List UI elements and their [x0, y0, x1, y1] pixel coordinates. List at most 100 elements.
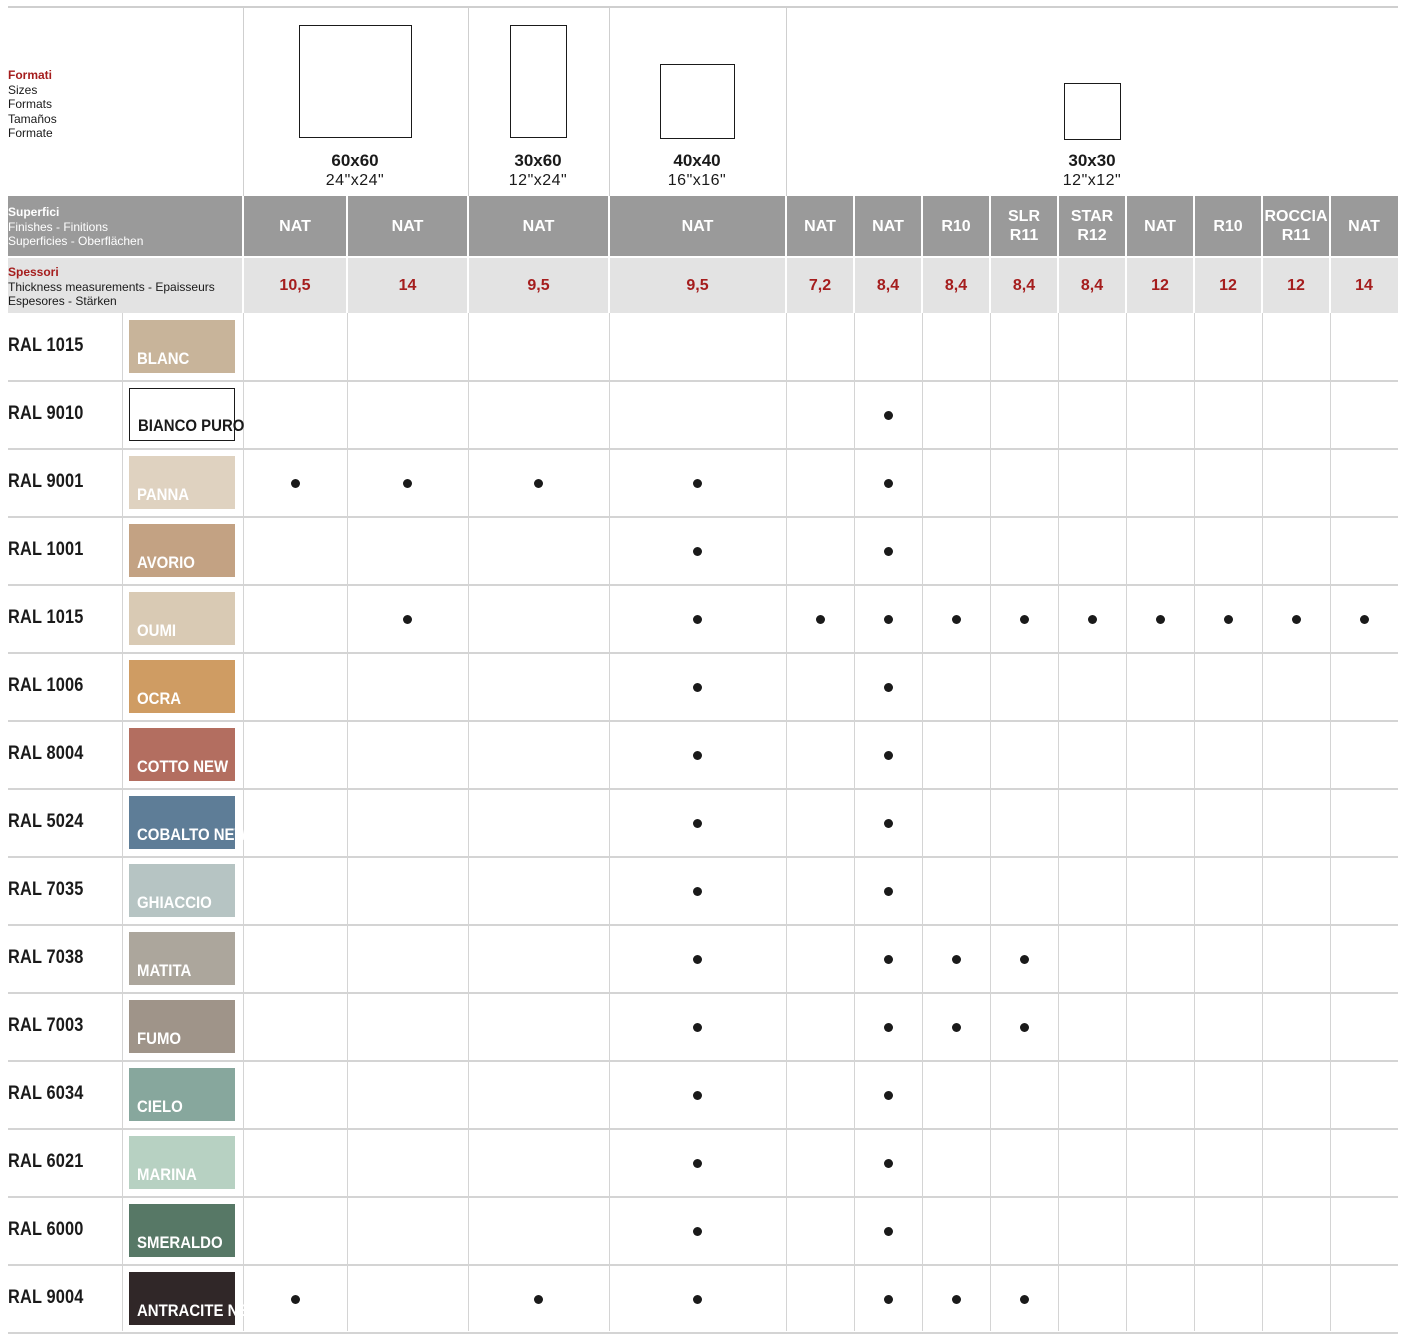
- ral-code: RAL 7038: [8, 947, 84, 968]
- availability-dot: [693, 546, 702, 556]
- top-divider: [8, 6, 1398, 8]
- thickness-value: 7,2: [808, 276, 832, 294]
- availability-dot: [883, 1158, 893, 1168]
- thickness-value: 9,5: [686, 276, 709, 294]
- availability-dot: [883, 682, 893, 692]
- color-swatch: MATITA: [129, 932, 235, 985]
- product-availability-table: Formati Sizes Formats Tamaños Formate 60…: [0, 0, 1405, 1334]
- header-column-divider: [786, 8, 787, 196]
- format-inches: 24"x24": [325, 172, 385, 189]
- color-name: CIELO: [137, 1097, 183, 1116]
- body-column-divider: [243, 313, 244, 1331]
- color-swatch: GHIACCIO: [129, 864, 235, 917]
- finishes-label-it: Superfici: [8, 205, 60, 219]
- body-column-divider: [1330, 313, 1331, 1331]
- availability-dot: [534, 478, 543, 488]
- thickness-value: 9,5: [527, 276, 550, 294]
- availability-dot: [1019, 1022, 1029, 1032]
- ral-code: RAL 5024: [8, 811, 84, 832]
- format-size: 30x30: [1068, 151, 1116, 170]
- color-name: SMERALDO: [137, 1233, 223, 1252]
- availability-dot: [693, 682, 702, 692]
- thickness-value: 14: [1355, 276, 1373, 294]
- ral-code: RAL 8004: [8, 743, 84, 764]
- format-30x30-icon: [1064, 83, 1121, 140]
- row-divider: [8, 652, 1398, 654]
- color-name: PANNA: [137, 485, 190, 504]
- finish-label: SLR R11: [1008, 208, 1040, 244]
- format-inches: 12"x12": [1062, 172, 1122, 189]
- body-column-divider: [1058, 313, 1059, 1331]
- color-name: MATITA: [137, 961, 192, 980]
- body-column-divider: [854, 313, 855, 1331]
- body-column-divider: [922, 313, 923, 1331]
- ral-code: RAL 9001: [8, 471, 84, 492]
- availability-dot: [951, 1022, 961, 1032]
- availability-dot: [693, 1226, 702, 1236]
- row-divider: [8, 720, 1398, 722]
- color-name: GHIACCIO: [137, 893, 212, 912]
- header-column-divider: [243, 8, 244, 196]
- color-name: BIANCO PURO: [138, 416, 245, 435]
- color-swatch: COBALTO NEW: [129, 796, 249, 849]
- format-30x60-icon: [510, 25, 567, 138]
- thickness-value: 12: [1219, 276, 1237, 294]
- formats-label-de: Formate: [8, 126, 53, 141]
- availability-dot: [883, 1294, 893, 1304]
- availability-dot: [693, 614, 702, 624]
- ral-code: RAL 9010: [8, 403, 84, 424]
- thickness-value: 12: [1151, 276, 1169, 294]
- row-divider: [8, 584, 1398, 586]
- availability-dot: [693, 478, 702, 488]
- finish-label: NAT: [872, 217, 904, 235]
- thickness-label-es-de: Espesores - Stärken: [8, 294, 117, 309]
- body-column-divider: [1262, 313, 1263, 1331]
- availability-dot: [883, 1090, 893, 1100]
- availability-dot: [693, 818, 702, 828]
- format-size: 40x40: [673, 151, 721, 170]
- body-column-divider: [1126, 313, 1127, 1331]
- finish-label: NAT: [391, 217, 424, 235]
- color-name: COTTO NEW: [137, 757, 229, 776]
- finishes-label-en-fr: Finishes - Finitions: [8, 219, 109, 234]
- body-column-divider: [786, 313, 787, 1331]
- thickness-value: 8,4: [944, 276, 968, 294]
- thickness-label: Spessori Thickness measurements - Epaiss…: [8, 265, 215, 309]
- row-divider: [8, 448, 1398, 450]
- row-divider: [8, 788, 1398, 790]
- availability-dot: [693, 1022, 702, 1032]
- availability-dot: [883, 546, 893, 556]
- color-swatch: BIANCO PURO: [129, 388, 244, 441]
- body-column-divider: [468, 313, 469, 1331]
- ral-code: RAL 1001: [8, 539, 84, 560]
- format-60x60-icon: [299, 25, 412, 138]
- ral-code: RAL 6021: [8, 1151, 84, 1172]
- formats-label-fr: Formats: [8, 97, 53, 112]
- color-swatch: CIELO: [129, 1068, 235, 1121]
- finish-label: R10: [941, 217, 971, 235]
- thickness-value: 10,5: [279, 276, 311, 294]
- thickness-value: 8,4: [876, 276, 900, 294]
- color-swatch: COTTO NEW: [129, 728, 235, 781]
- row-divider: [8, 1128, 1398, 1130]
- availability-dot: [403, 478, 412, 488]
- availability-dot: [290, 478, 300, 488]
- format-size: 60x60: [331, 151, 379, 170]
- availability-dot: [883, 954, 893, 964]
- header-column-divider: [609, 8, 610, 196]
- availability-dot: [883, 818, 893, 828]
- formats-label-es: Tamaños: [8, 111, 57, 126]
- availability-dot: [534, 1294, 543, 1304]
- color-swatch: AVORIO: [129, 524, 235, 577]
- body-column-divider: [122, 313, 123, 1331]
- availability-dot: [883, 1022, 893, 1032]
- row-divider: [8, 924, 1398, 926]
- thickness-label-en-fr: Thickness measurements - Epaisseurs: [8, 279, 215, 294]
- availability-dot: [883, 478, 893, 488]
- body-column-divider: [1194, 313, 1195, 1331]
- formats-label-en: Sizes: [8, 82, 38, 97]
- finish-label: R10: [1213, 217, 1243, 235]
- body-column-divider: [609, 313, 610, 1331]
- thickness-label-it: Spessori: [8, 265, 59, 279]
- row-divider: [8, 516, 1398, 518]
